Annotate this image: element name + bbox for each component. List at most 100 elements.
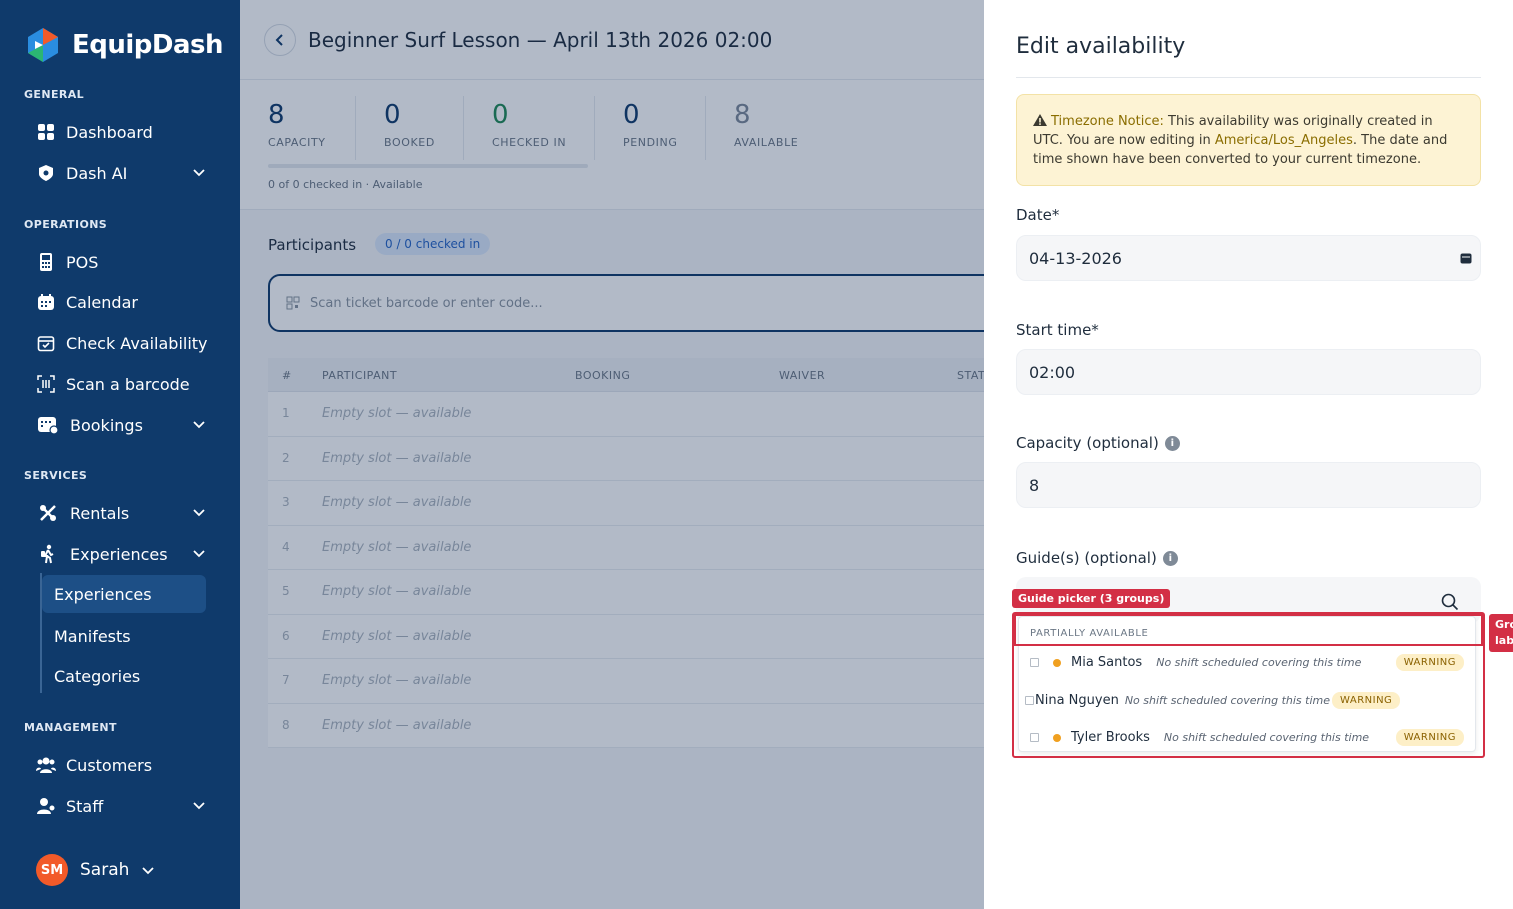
guide-checkbox[interactable] <box>1030 733 1039 742</box>
guide-option[interactable]: Tyler Brooks No shift scheduled covering… <box>1030 729 1464 746</box>
sidebar-subitem-categories[interactable]: Categories <box>42 657 206 695</box>
sidebar-item-check-availability[interactable]: Check Availability <box>36 327 216 359</box>
staff-icon <box>36 796 56 816</box>
status-dot <box>1053 658 1061 667</box>
start-time-label-text: Start time* <box>1016 321 1099 339</box>
sidebar-item-label: Experiences <box>70 544 168 564</box>
guides-label-text: Guide(s) (optional) <box>1016 549 1157 567</box>
date-value: 04-13-2026 <box>1029 248 1122 268</box>
sidebar-item-customers[interactable]: Customers <box>36 749 216 781</box>
timezone-notice: Timezone Notice: This availability was o… <box>1016 94 1481 186</box>
app-name: EquipDash <box>72 30 224 60</box>
calendar-icon[interactable] <box>1460 252 1472 264</box>
sidebar-item-dashboard[interactable]: Dashboard <box>36 116 216 148</box>
guide-name: Nina Nguyen <box>1035 693 1119 708</box>
sidebar-item-label: Check Availability <box>66 333 208 353</box>
group-label-tag: Gro lab <box>1489 614 1513 652</box>
chevron-down-icon[interactable] <box>192 505 206 519</box>
warning-badge: WARNING <box>1395 654 1464 671</box>
date-label-text: Date* <box>1016 206 1060 224</box>
avatar: SM <box>36 854 68 886</box>
warning-badge: WARNING <box>1332 692 1401 709</box>
sidebar-item-experiences[interactable]: Experiences <box>36 538 216 570</box>
capacity-label: Capacity (optional) i <box>1016 434 1180 452</box>
sidebar-subitem-manifests[interactable]: Manifests <box>42 617 206 655</box>
notice-timezone: America/Los_Angeles <box>1214 133 1353 148</box>
calendar-icon <box>36 292 56 312</box>
sidebar-item-dash-ai[interactable]: Dash AI <box>36 157 216 189</box>
guide-checkbox[interactable] <box>1025 696 1034 705</box>
guide-option[interactable]: Nina Nguyen No shift scheduled covering … <box>1025 692 1401 709</box>
hiker-icon <box>36 544 60 564</box>
guide-checkbox[interactable] <box>1030 658 1039 667</box>
pos-terminal-icon <box>36 252 56 272</box>
customers-icon <box>36 755 56 775</box>
user-menu[interactable]: SM Sarah <box>36 854 155 886</box>
sidebar-item-label: Dashboard <box>66 122 153 142</box>
sidebar-item-label: Rentals <box>70 503 130 523</box>
guide-note: No shift scheduled covering this time <box>1124 694 1331 707</box>
start-time-label: Start time* <box>1016 321 1099 339</box>
grid-icon <box>36 122 56 142</box>
section-operations: OPERATIONS <box>24 218 108 231</box>
sidebar-item-scan-barcode[interactable]: Scan a barcode <box>36 368 216 400</box>
calendar-check-icon <box>36 333 56 353</box>
sidebar: EquipDash GENERAL Dashboard Dash AI OPER… <box>0 0 240 909</box>
guide-name: Mia Santos <box>1071 655 1143 670</box>
section-general: GENERAL <box>24 88 85 101</box>
divider <box>1016 77 1481 78</box>
sidebar-subitem-experiences[interactable]: Experiences <box>42 575 206 613</box>
start-time-value: 02:00 <box>1029 362 1076 382</box>
guide-option[interactable]: Mia Santos No shift scheduled covering t… <box>1030 654 1464 671</box>
search-icon[interactable] <box>1441 593 1459 611</box>
sidebar-item-label: POS <box>66 252 99 272</box>
info-icon[interactable]: i <box>1162 550 1178 566</box>
sidebar-item-label: Scan a barcode <box>66 374 190 394</box>
date-label: Date* <box>1016 206 1059 224</box>
sidebar-item-rentals[interactable]: Rentals <box>36 497 216 529</box>
notice-lead: Timezone Notice: <box>1051 114 1164 129</box>
section-management: MANAGEMENT <box>24 721 117 734</box>
warning-badge: WARNING <box>1395 729 1464 746</box>
sidebar-item-label: Customers <box>66 755 153 775</box>
sidebar-item-label: Staff <box>66 796 104 816</box>
chevron-down-icon[interactable] <box>192 798 206 812</box>
app-logo[interactable]: EquipDash <box>24 26 224 64</box>
group-label-partially-available: PARTIALLY AVAILABLE <box>1030 628 1149 639</box>
modal-backdrop[interactable] <box>240 0 984 909</box>
status-dot <box>1053 733 1061 742</box>
sidebar-item-bookings[interactable]: Bookings <box>36 409 216 441</box>
chevron-down-icon <box>142 867 155 875</box>
guide-name: Tyler Brooks <box>1071 730 1150 745</box>
barcode-icon <box>36 374 56 394</box>
sidebar-item-staff[interactable]: Staff <box>36 790 216 822</box>
group-label-tag-line1: Gro <box>1495 618 1513 631</box>
sidebar-item-pos[interactable]: POS <box>36 246 216 278</box>
ai-shield-icon <box>36 163 56 183</box>
sidebar-item-label: Calendar <box>66 292 138 312</box>
info-icon[interactable]: i <box>1164 435 1180 451</box>
group-label-tag-line2: lab <box>1495 634 1513 647</box>
guides-label: Guide(s) (optional) i <box>1016 549 1178 567</box>
chevron-down-icon[interactable] <box>192 546 206 560</box>
start-time-field[interactable]: 02:00 <box>1016 349 1481 395</box>
date-field[interactable]: 04-13-2026 <box>1016 235 1481 281</box>
capacity-field[interactable]: 8 <box>1016 462 1481 508</box>
guide-note: No shift scheduled covering this time <box>1156 656 1362 669</box>
user-name: Sarah <box>80 860 130 880</box>
edit-availability-drawer: Edit availability Timezone Notice: This … <box>984 0 1513 909</box>
warning-icon <box>1033 114 1047 126</box>
sidebar-item-label: Dash AI <box>66 163 128 183</box>
sidebar-item-label: Bookings <box>70 415 143 435</box>
capacity-value: 8 <box>1029 475 1040 495</box>
rentals-icon <box>36 503 60 523</box>
equipdash-logo-icon <box>28 28 58 62</box>
guide-picker-tag: Guide picker (3 groups) <box>1012 589 1171 608</box>
chevron-down-icon[interactable] <box>192 165 206 179</box>
chevron-down-icon[interactable] <box>192 417 206 431</box>
bookings-icon <box>36 415 60 435</box>
drawer-title: Edit availability <box>1016 34 1186 59</box>
section-services: SERVICES <box>24 469 88 482</box>
capacity-label-text: Capacity (optional) <box>1016 434 1159 452</box>
sidebar-item-calendar[interactable]: Calendar <box>36 286 216 318</box>
